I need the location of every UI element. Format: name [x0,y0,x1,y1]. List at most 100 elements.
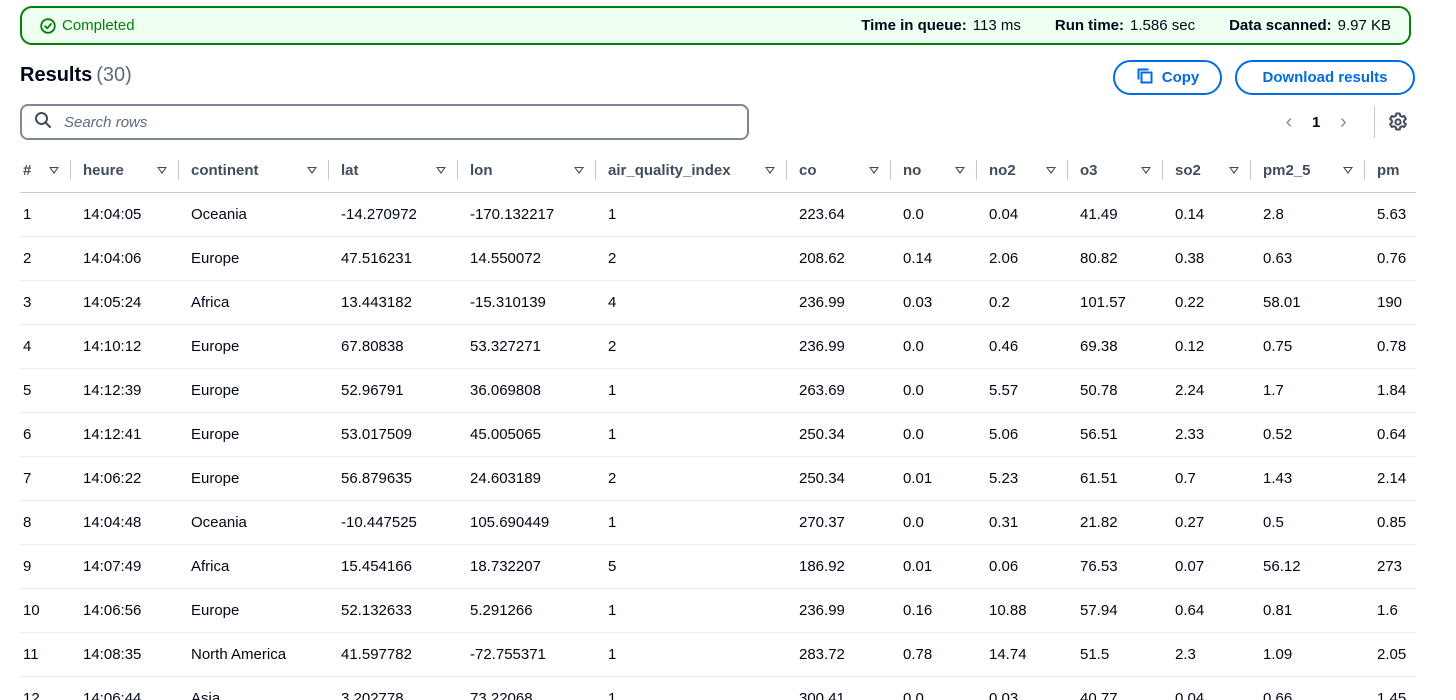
results-table-container[interactable]: # heure continent lat lon air_quality_index co… [20,148,1416,700]
table-row[interactable]: 1 14:04:05 Oceania -14.270972 -170.132217 1 22… [20,192,1416,237]
table-row[interactable]: 2 14:04:06 Europe 47.516231 14.550072 2 208.62… [20,236,1416,281]
table-cell: Africa [179,544,329,589]
sort-caret-icon[interactable] [574,166,584,174]
table-cell: 14:12:39 [71,368,179,413]
table-cell: 52.96791 [329,368,458,413]
column-header-label: so2 [1175,161,1201,179]
table-cell: 1.43 [1251,456,1365,501]
sort-caret-icon[interactable] [869,166,879,174]
column-header[interactable]: so2 [1163,148,1251,193]
table-cell: Africa [179,280,329,325]
column-header[interactable]: heure [71,148,179,193]
table-cell: 10 [20,588,71,633]
table-row[interactable]: 8 14:04:48 Oceania -10.447525 105.690449 1 270… [20,500,1416,545]
column-header[interactable]: pm2_5 [1251,148,1365,193]
table-row[interactable]: 7 14:06:22 Europe 56.879635 24.603189 2 250.34… [20,456,1416,501]
table-cell: 0.52 [1251,412,1365,457]
column-header[interactable]: no2 [977,148,1068,193]
copy-button[interactable]: Copy [1113,60,1222,95]
table-header-row: # heure continent lat lon air_quality_index co… [20,148,1416,193]
table-row[interactable]: 4 14:10:12 Europe 67.80838 53.327271 2 236.99 0… [20,324,1416,369]
copy-label: Copy [1161,69,1200,86]
table-cell: 41.597782 [329,632,458,677]
table-cell: 0.12 [1163,324,1251,369]
table-cell: 0.5 [1251,500,1365,545]
table-cell: 0.03 [977,676,1068,700]
sort-caret-icon[interactable] [1229,166,1239,174]
table-cell: 56.12 [1251,544,1365,589]
column-header[interactable]: continent [179,148,329,193]
table-cell: 0.81 [1251,588,1365,633]
copy-icon [1136,67,1154,89]
table-cell: 14:04:05 [71,192,179,237]
next-page-icon[interactable]: › [1334,110,1352,134]
table-cell: 2 [596,324,787,369]
table-cell: Oceania [179,192,329,237]
table-row[interactable]: 12 14:06:44 Asia 3.202778 73.22068 1 300.41 0.0… [20,676,1416,700]
table-cell: 101.57 [1068,280,1163,325]
table-cell: 14.74 [977,632,1068,677]
table-row[interactable]: 9 14:07:49 Africa 15.454166 18.732207 5 186.92… [20,544,1416,589]
column-header[interactable]: pm [1365,148,1416,193]
table-cell: 14:07:49 [71,544,179,589]
sort-caret-icon[interactable] [436,166,446,174]
table-cell: 208.62 [787,236,891,281]
settings-gear-icon[interactable] [1387,111,1409,138]
table-cell: 2 [596,236,787,281]
sort-caret-icon[interactable] [157,166,167,174]
table-cell: 0.0 [891,368,977,413]
column-header[interactable]: co [787,148,891,193]
table-cell: 24.603189 [458,456,596,501]
table-cell: 0.14 [1163,192,1251,237]
column-header[interactable]: air_quality_index [596,148,787,193]
table-cell: 0.04 [977,192,1068,237]
table-cell: 0.63 [1251,236,1365,281]
sort-caret-icon[interactable] [49,166,59,174]
sort-caret-icon[interactable] [1343,166,1353,174]
status-indicator: Completed [40,17,135,34]
table-cell: 236.99 [787,324,891,369]
table-cell: -170.132217 [458,192,596,237]
search-box[interactable] [20,104,749,140]
column-header[interactable]: no [891,148,977,193]
table-cell: 2.3 [1163,632,1251,677]
table-row[interactable]: 5 14:12:39 Europe 52.96791 36.069808 1 263.69 0… [20,368,1416,413]
table-cell: 80.82 [1068,236,1163,281]
table-cell: 10.88 [977,588,1068,633]
sort-caret-icon[interactable] [1046,166,1056,174]
table-row[interactable]: 11 14:08:35 North America 41.597782 -72.7553… [20,632,1416,677]
sort-caret-icon[interactable] [1141,166,1151,174]
table-row[interactable]: 6 14:12:41 Europe 53.017509 45.005065 1 250.34… [20,412,1416,457]
table-cell: 0.78 [891,632,977,677]
table-row[interactable]: 3 14:05:24 Africa 13.443182 -15.310139 4 236.9… [20,280,1416,325]
sort-caret-icon[interactable] [307,166,317,174]
table-cell: 53.327271 [458,324,596,369]
column-header[interactable]: # [20,148,71,193]
table-cell: 190 [1365,280,1416,325]
previous-page-icon[interactable]: ‹ [1280,110,1298,134]
column-header[interactable]: lon [458,148,596,193]
table-cell: 1 [596,368,787,413]
download-results-button[interactable]: Download results [1235,60,1415,95]
table-cell: 4 [596,280,787,325]
sort-caret-icon[interactable] [955,166,965,174]
table-cell: 14:06:22 [71,456,179,501]
column-header[interactable]: lat [329,148,458,193]
sort-caret-icon[interactable] [765,166,775,174]
column-header-label: air_quality_index [608,161,731,179]
table-cell: 0.38 [1163,236,1251,281]
table-body: 1 14:04:05 Oceania -14.270972 -170.132217 1 22… [20,192,1416,700]
page-number[interactable]: 1 [1312,114,1320,131]
table-cell: 0.31 [977,500,1068,545]
results-heading: Results (30) [20,64,132,87]
table-cell: 14:04:48 [71,500,179,545]
table-cell: 14:06:44 [71,676,179,700]
table-cell: 0.16 [891,588,977,633]
table-cell: Asia [179,676,329,700]
table-row[interactable]: 10 14:06:56 Europe 52.132633 5.291266 1 236.99… [20,588,1416,633]
column-header[interactable]: o3 [1068,148,1163,193]
search-input[interactable] [62,112,666,132]
data-scanned-label: Data scanned: [1229,17,1332,34]
table-cell: 0.0 [891,412,977,457]
table-cell: 21.82 [1068,500,1163,545]
